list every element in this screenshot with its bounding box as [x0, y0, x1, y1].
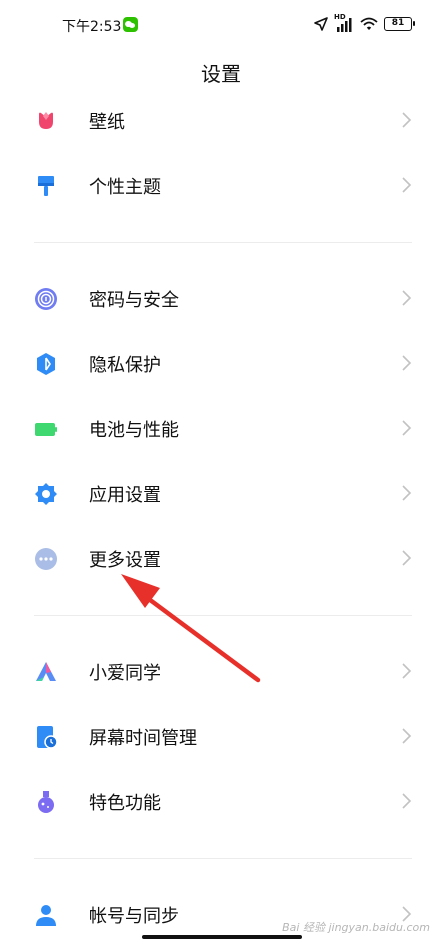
chevron-right-icon: [400, 791, 412, 811]
chevron-right-icon: [400, 353, 412, 373]
settings-item-wallpaper[interactable]: 壁纸: [0, 88, 442, 153]
more-dots-icon: [34, 547, 58, 571]
chevron-right-icon: [400, 418, 412, 438]
settings-list: 壁纸 个性主题 密码与安全 隐私保护 电池与性能 应用设置 更多设置 小爱同学 …: [0, 88, 442, 947]
group-separator: [0, 218, 442, 266]
chevron-right-icon: [400, 483, 412, 503]
status-indicators: HD 81: [314, 13, 415, 34]
settings-item-label: 壁纸: [89, 111, 125, 133]
settings-item-privacy[interactable]: 隐私保护: [0, 331, 442, 396]
settings-item-label: 屏幕时间管理: [89, 727, 197, 749]
flask-icon: [34, 790, 58, 814]
watermark: Bai 经验 jingyan.baidu.com: [282, 921, 430, 934]
settings-item-themes[interactable]: 个性主题: [0, 153, 442, 218]
divider: [34, 858, 412, 859]
chevron-right-icon: [400, 288, 412, 308]
signal-icon: HD: [334, 13, 354, 32]
chevron-right-icon: [400, 175, 412, 195]
wifi-icon: [360, 17, 378, 30]
chevron-right-icon: [400, 726, 412, 746]
settings-item-more-settings[interactable]: 更多设置: [0, 526, 442, 591]
wechat-notification-icon: [123, 17, 138, 32]
settings-item-label: 小爱同学: [89, 662, 161, 684]
settings-item-label: 隐私保护: [89, 354, 161, 376]
settings-item-special-features[interactable]: 特色功能: [0, 769, 442, 834]
battery-icon: [34, 417, 58, 441]
screen-time-icon: [34, 725, 58, 749]
home-indicator[interactable]: [142, 935, 302, 939]
tulip-icon: [34, 109, 58, 133]
group-separator: [0, 834, 442, 882]
fingerprint-icon: [34, 287, 58, 311]
location-arrow-icon: [314, 17, 328, 31]
settings-item-label: 特色功能: [89, 792, 161, 814]
settings-item-label: 密码与安全: [89, 289, 179, 311]
settings-item-label: 更多设置: [89, 549, 161, 571]
status-time: 下午2:53: [62, 19, 122, 35]
settings-item-xiaoai[interactable]: 小爱同学: [0, 639, 442, 704]
settings-item-label: 电池与性能: [89, 419, 179, 441]
divider: [34, 242, 412, 243]
settings-item-label: 帐号与同步: [89, 905, 179, 927]
group-separator: [0, 591, 442, 639]
settings-item-label: 应用设置: [89, 484, 161, 506]
settings-item-password-security[interactable]: 密码与安全: [0, 266, 442, 331]
gear-icon: [34, 482, 58, 506]
chevron-right-icon: [400, 548, 412, 568]
chevron-right-icon: [400, 661, 412, 681]
settings-item-label: 个性主题: [89, 176, 161, 198]
status-bar: 下午2:53 HD 81: [0, 0, 442, 50]
privacy-shield-icon: [34, 352, 58, 376]
divider: [34, 615, 412, 616]
xiaoai-icon: [34, 660, 58, 684]
settings-item-app-settings[interactable]: 应用设置: [0, 461, 442, 526]
chevron-right-icon: [400, 110, 412, 130]
page-title: 设置: [201, 62, 241, 86]
settings-item-screen-time[interactable]: 屏幕时间管理: [0, 704, 442, 769]
settings-item-battery-performance[interactable]: 电池与性能: [0, 396, 442, 461]
battery-level-icon: 81: [384, 17, 415, 31]
paint-roller-icon: [34, 174, 58, 198]
person-icon: [34, 903, 58, 927]
